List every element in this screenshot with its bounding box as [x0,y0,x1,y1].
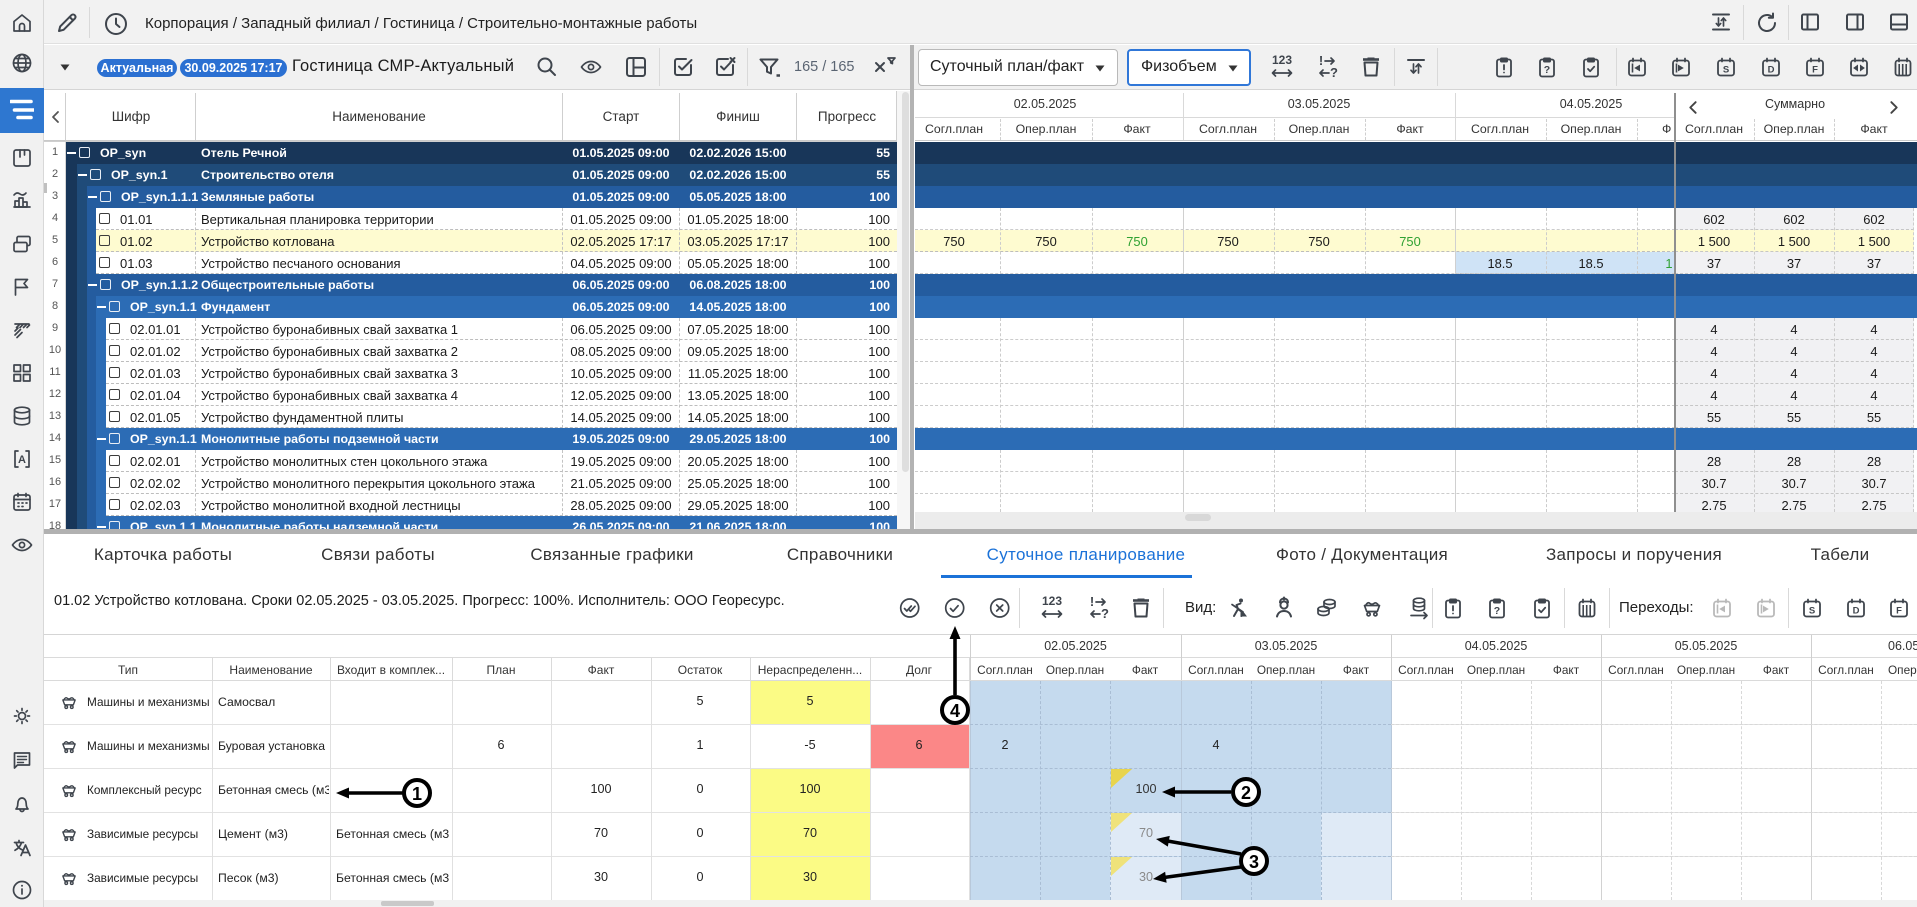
svg-text:123: 123 [1042,594,1062,608]
svg-text:?: ? [1494,605,1500,617]
svg-text:?: ? [1330,65,1338,80]
svg-text:123: 123 [1272,53,1292,67]
svg-text:D: D [1768,65,1775,76]
svg-text:!: ! [1319,53,1323,68]
svg-text:D: D [1853,606,1860,617]
svg-text:S: S [1723,65,1729,76]
svg-text:F: F [1896,606,1902,617]
svg-text:S: S [1809,606,1815,617]
svg-text:?: ? [1544,64,1550,76]
svg-text:!: ! [1090,594,1094,609]
svg-text:A: A [18,454,26,466]
svg-text:?: ? [1101,606,1109,621]
svg-text:F: F [1812,65,1818,76]
